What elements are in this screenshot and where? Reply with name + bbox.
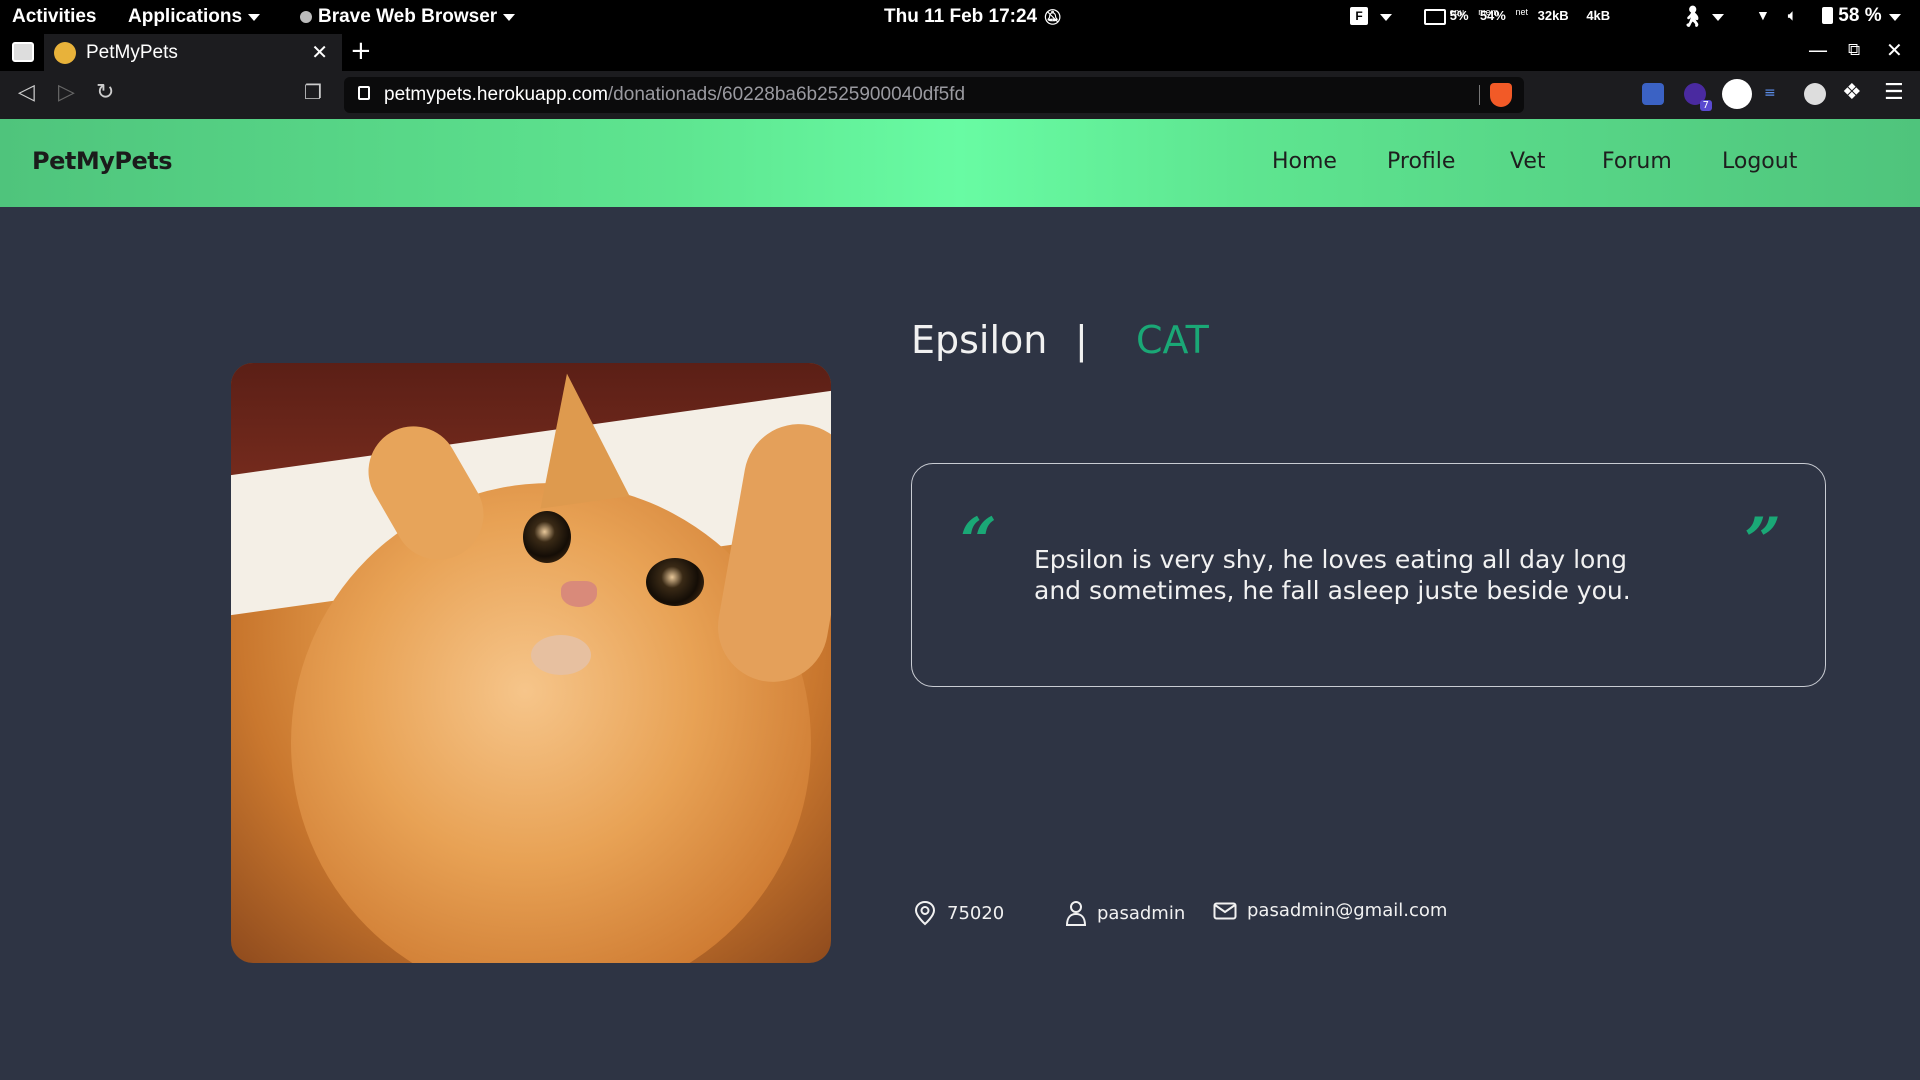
bookmark-icon[interactable]: ❐ [304, 80, 322, 104]
tab-title: PetMyPets [86, 41, 178, 63]
nav-profile[interactable]: Profile [1387, 149, 1455, 174]
url-domain: petmypets.herokuapp.com [384, 84, 608, 105]
mem-value: 54% [1479, 8, 1506, 24]
cat-mouth [531, 635, 591, 675]
cat-eye [523, 511, 571, 563]
title-separator: | [1075, 318, 1088, 362]
chevron-down-icon[interactable] [1380, 14, 1392, 21]
owner-info: pasadmin [1065, 900, 1185, 926]
pet-type: CAT [1136, 318, 1209, 362]
new-tab-icon[interactable]: + [350, 36, 372, 66]
input-method-icon[interactable]: F [1350, 7, 1368, 25]
chevron-down-icon [503, 13, 516, 21]
restore-icon[interactable]: ⧉ [1848, 40, 1860, 60]
json-extension-icon[interactable] [1722, 79, 1752, 109]
minimize-icon[interactable]: — [1808, 38, 1828, 62]
nav-vet[interactable]: Vet [1510, 149, 1546, 174]
nav-logout[interactable]: Logout [1722, 149, 1797, 174]
browser-tab[interactable]: PetMyPets ✕ [44, 34, 342, 71]
owner-name: pasadmin [1097, 902, 1186, 924]
activities-label: Activities [12, 6, 97, 27]
applications-menu[interactable]: Applications [128, 6, 261, 28]
hamburger-menu-icon[interactable]: ☰ [1884, 80, 1904, 105]
monitor-icon [1424, 8, 1446, 25]
cat-eye [646, 558, 704, 606]
address-bar[interactable]: petmypets.herokuapp.com/donationads/6022… [344, 77, 1524, 113]
reader-icon[interactable]: ≡ [1764, 85, 1776, 101]
close-quote-icon: ” [1744, 504, 1781, 579]
pet-description: Epsilon is very shy, he loves eating all… [1034, 545, 1631, 605]
back-icon[interactable]: ◁ [18, 80, 35, 105]
battery-indicator[interactable]: 58 % [1822, 5, 1901, 27]
chevron-down-icon [248, 13, 261, 21]
mail-icon [1213, 902, 1237, 919]
url-path: /donationads/60228ba6b2525900040df5fd [607, 84, 966, 105]
applications-label: Applications [128, 6, 243, 27]
chevron-down-icon[interactable] [1712, 14, 1724, 21]
site-brand[interactable]: PetMyPets [32, 147, 173, 175]
net-label: net [1515, 7, 1528, 17]
wifi-icon[interactable]: ▼ [1756, 7, 1770, 23]
close-window-icon[interactable]: ✕ [1886, 38, 1903, 62]
postal-code: 75020 [947, 902, 1005, 924]
extension-badge-count: 7 [1699, 100, 1712, 111]
browser-toolbar: ◁ ▷ ↻ ❐ petmypets.herokuapp.com/donation… [0, 71, 1920, 119]
user-icon [1065, 901, 1087, 926]
extension-badge-icon[interactable]: 7 [1684, 83, 1712, 111]
description-card: “ Epsilon is very shy, he loves eating a… [911, 463, 1826, 687]
clock[interactable]: Thu 11 Feb 17:24 🔕︎ [884, 6, 1062, 28]
site-header: PetMyPets Home Profile Vet Forum Logout [0, 119, 1920, 207]
system-top-bar: Activities Applications Brave Web Browse… [0, 0, 1920, 34]
battery-label: 58 % [1838, 5, 1882, 26]
address-separator [1479, 85, 1480, 105]
cat-nose [561, 581, 597, 607]
nav-home[interactable]: Home [1272, 149, 1337, 174]
cat-ear [522, 367, 630, 509]
open-quote-icon: “ [960, 504, 997, 579]
volume-icon[interactable]: 🔈︎ [1788, 7, 1796, 24]
system-monitor[interactable]: cpu 5% mem 54% net 32kB 4kB [1424, 7, 1610, 25]
browser-tab-bar: PetMyPets ✕ + — ⧉ ✕ [0, 34, 1920, 71]
location-info: 75020 [913, 900, 1004, 926]
net-up-value: 4kB [1586, 8, 1611, 24]
pet-name: Epsilon [911, 318, 1048, 362]
accessibility-icon[interactable]: 🚶︎ [1680, 4, 1705, 29]
datetime-label: Thu 11 Feb 17:24 [884, 6, 1038, 27]
email-info: pasadmin@gmail.com [1213, 900, 1447, 921]
close-tab-icon[interactable]: ✕ [311, 40, 328, 65]
net-down-value: 32kB [1537, 8, 1569, 24]
cpu-value: 5% [1449, 8, 1469, 24]
pet-photo [231, 363, 831, 963]
brave-shield-icon[interactable] [1490, 83, 1512, 107]
reload-icon[interactable]: ↻ [96, 80, 114, 105]
extensions-puzzle-icon[interactable]: ❖ [1842, 80, 1862, 105]
activities-button[interactable]: Activities [12, 6, 96, 28]
palette-extension-icon[interactable] [1804, 83, 1826, 105]
nav-forum[interactable]: Forum [1602, 149, 1672, 174]
battery-icon [1822, 7, 1833, 25]
brave-app-icon [300, 11, 312, 23]
app-name-label: Brave Web Browser [318, 6, 498, 27]
forward-icon[interactable]: ▷ [58, 80, 75, 105]
cat-favicon-icon [54, 41, 76, 64]
sidebar-toggle-icon[interactable] [12, 42, 34, 62]
location-pin-icon [914, 900, 936, 926]
app-menu[interactable]: Brave Web Browser [300, 6, 516, 28]
extension-icon[interactable] [1642, 83, 1664, 105]
owner-email[interactable]: pasadmin@gmail.com [1247, 900, 1447, 921]
lock-icon [358, 86, 370, 100]
notifications-off-icon: 🔕︎ [1043, 9, 1063, 26]
chevron-down-icon [1888, 14, 1901, 21]
